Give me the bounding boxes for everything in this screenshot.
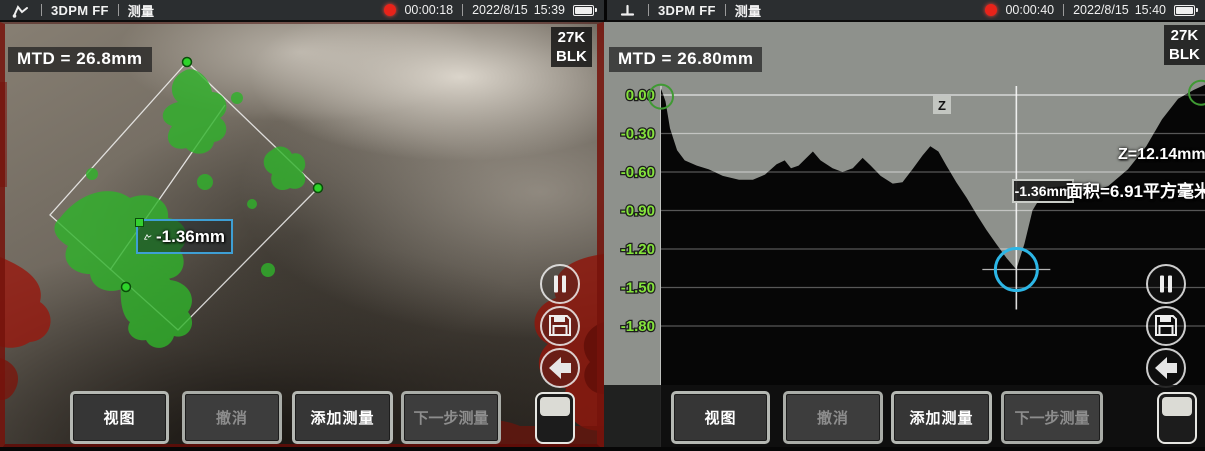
red-blob [0, 82, 7, 187]
pause-button[interactable] [1147, 265, 1185, 303]
measure-menu-item[interactable]: 测量 [128, 1, 155, 20]
next-measurement-button[interactable]: 下一步测量 [1001, 391, 1103, 444]
divider [648, 4, 649, 16]
measurement-overlay [0, 22, 604, 451]
reference-plane-icon [615, 3, 639, 18]
battery-icon [1174, 5, 1195, 16]
divider [462, 4, 463, 16]
defect-area-overlay [54, 69, 305, 348]
y-tick-label: -0.90 [621, 203, 655, 220]
quality-line: 27K [1169, 26, 1200, 45]
articulation-probe-icon [8, 3, 32, 18]
clock-label: 15:39 [534, 3, 565, 17]
record-time: 00:00:40 [1005, 3, 1054, 17]
undo-button[interactable]: 撤消 [182, 391, 282, 444]
toggle-indicator [540, 397, 570, 416]
dual-view-screen: 3DPM FF 测量 00:00:18 2022/8/15 15:39 3DPM… [0, 0, 1205, 451]
view-button[interactable]: 视图 [70, 391, 169, 444]
divider [41, 4, 42, 16]
depth-value: -1.36mm [156, 227, 225, 247]
add-measurement-button[interactable]: 添加测量 [891, 391, 992, 444]
mode-menu-item[interactable]: 3DPM FF [658, 3, 716, 18]
record-indicator-icon [985, 4, 997, 16]
divider [1063, 4, 1064, 16]
area-readout: 面积=6.91平方毫米 [1066, 177, 1205, 202]
mode-menu-item[interactable]: 3DPM FF [51, 3, 109, 18]
view-button[interactable]: 视图 [671, 391, 770, 444]
next-measurement-button[interactable]: 下一步测量 [401, 391, 501, 444]
red-blob [0, 257, 51, 348]
side-controls [1143, 262, 1189, 392]
y-tick-label: -0.30 [621, 126, 655, 143]
mtd-readout: MTD = 26.8mm [8, 47, 152, 72]
side-controls [537, 262, 583, 392]
undo-button[interactable]: 撤消 [783, 391, 883, 444]
save-button[interactable] [541, 307, 579, 345]
image-quality-badge: 27K BLK [1164, 25, 1205, 65]
y-tick-label: -1.50 [621, 280, 655, 297]
y-tick-label: -1.80 [621, 318, 655, 335]
record-indicator-icon [384, 4, 396, 16]
back-button[interactable] [541, 349, 579, 387]
record-time: 00:00:18 [404, 3, 453, 17]
pause-button[interactable] [541, 265, 579, 303]
y-tick-label: -0.60 [621, 164, 655, 181]
quality-line: BLK [1169, 45, 1200, 64]
profile-length-readout: Z=12.14mm [1118, 146, 1205, 164]
y-tick-label: -1.20 [621, 241, 655, 258]
quality-line: BLK [556, 47, 587, 66]
region-corner-cursor[interactable] [314, 184, 323, 193]
right-top-bar: 3DPM FF 测量 00:00:40 2022/8/15 15:40 [604, 0, 1205, 22]
clock-label: 15:40 [1135, 3, 1166, 17]
image-quality-badge: 27K BLK [551, 27, 592, 67]
divider [118, 4, 119, 16]
left-top-bar: 3DPM FF 测量 00:00:18 2022/8/15 15:39 [0, 0, 604, 22]
depth-measurement-tag[interactable]: -1.36mm [136, 219, 233, 254]
red-blob [0, 358, 18, 400]
screen-edge [0, 447, 1205, 451]
softkey-page-toggle[interactable] [1157, 392, 1197, 444]
profile-end-cursor[interactable] [122, 283, 131, 292]
depth-point-icon [144, 229, 152, 244]
softkey-page-toggle[interactable] [535, 392, 575, 444]
divider [725, 4, 726, 16]
quality-line: 27K [556, 28, 587, 47]
z-axis-marker: Z [933, 96, 951, 114]
date-label: 2022/8/15 [1073, 3, 1129, 17]
save-button[interactable] [1147, 307, 1185, 345]
tag-corner-handle[interactable] [135, 218, 144, 227]
date-label: 2022/8/15 [472, 3, 528, 17]
toggle-indicator [1162, 397, 1192, 416]
region-corner-cursor[interactable] [183, 58, 192, 67]
add-measurement-button[interactable]: 添加测量 [292, 391, 393, 444]
mtd-readout: MTD = 26.80mm [609, 47, 762, 72]
battery-icon [573, 5, 594, 16]
back-button[interactable] [1147, 349, 1185, 387]
measure-menu-item[interactable]: 测量 [735, 1, 762, 20]
depth-measurement-tag[interactable]: -1.36mm [1012, 179, 1074, 203]
